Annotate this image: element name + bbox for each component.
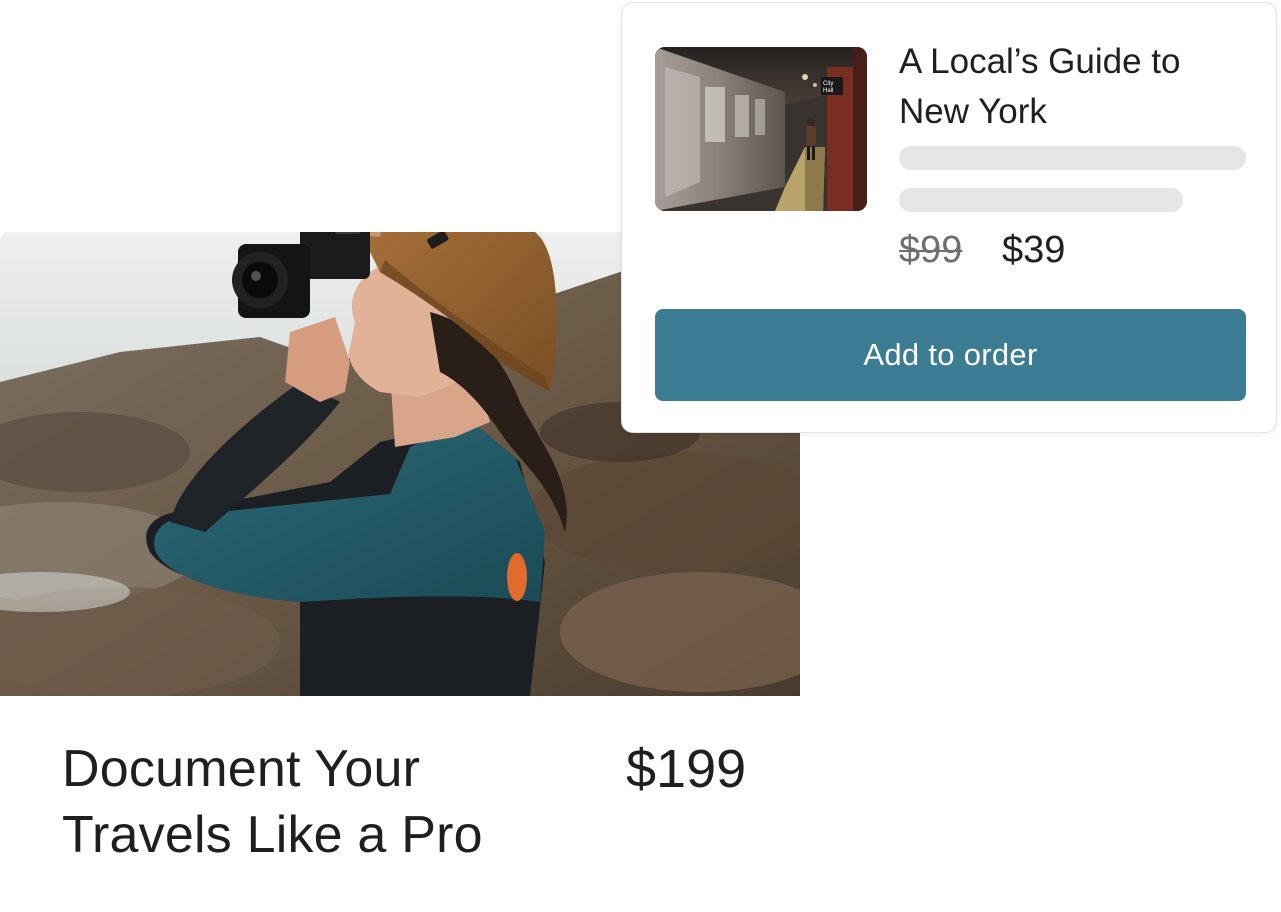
description-placeholder-line bbox=[899, 188, 1183, 212]
svg-text:Hall: Hall bbox=[823, 88, 833, 94]
svg-text:City: City bbox=[823, 81, 833, 87]
course-price: $199 bbox=[626, 739, 747, 799]
sale-price: $39 bbox=[1002, 229, 1066, 271]
upsell-thumbnail: City Hall bbox=[655, 47, 867, 211]
original-price: $99 bbox=[899, 229, 963, 271]
description-placeholder-line bbox=[899, 146, 1246, 170]
course-title: Document Your Travels Like a Pro bbox=[62, 740, 483, 864]
upsell-card: City Hall A Local’s Guide to New York $9… bbox=[621, 2, 1277, 433]
upsell-title: A Local’s Guide to New York bbox=[899, 42, 1181, 131]
add-to-order-button[interactable]: Add to order bbox=[655, 309, 1246, 401]
product-showcase: Document Your Travels Like a Pro $199 Ci… bbox=[0, 0, 1281, 912]
